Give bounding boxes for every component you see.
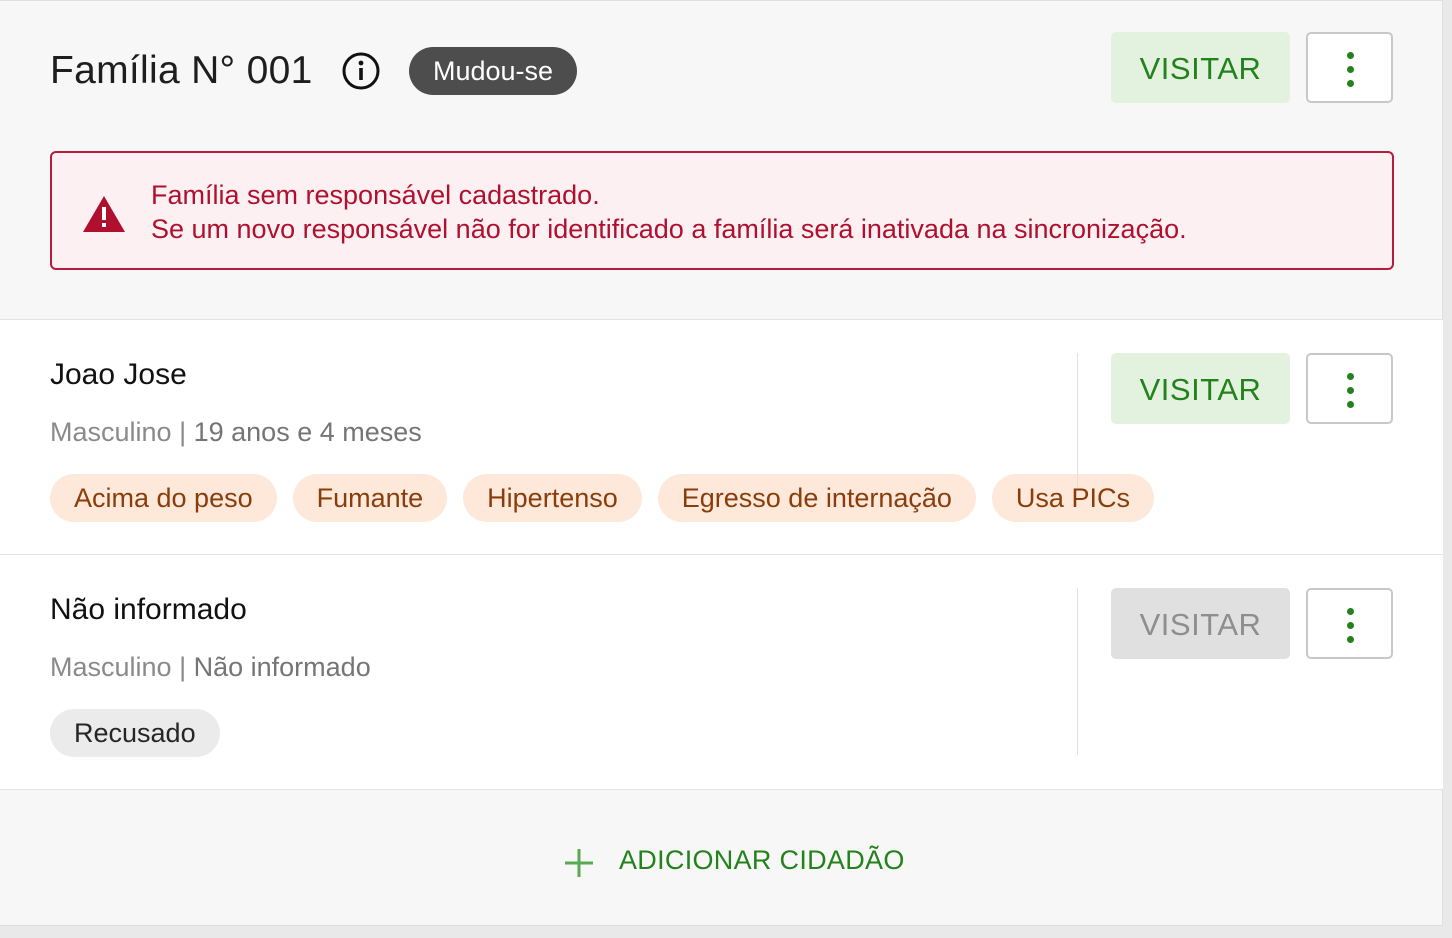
card-footer: ADICIONAR CIDADÃO — [0, 789, 1443, 926]
member-row-nao-informado[interactable]: Não informado Masculino | Não informado … — [0, 554, 1443, 789]
member-condition-tags: Acima do peso Fumante Hipertenso Egresso… — [50, 474, 1154, 522]
condition-tag: Usa PICs — [991, 474, 1154, 522]
member-more-button[interactable] — [1306, 588, 1393, 659]
add-citizen-label: ADICIONAR CIDADÃO — [619, 844, 905, 875]
member-gender: Masculino — [50, 417, 172, 447]
member-age: 19 anos e 4 meses — [193, 417, 422, 447]
family-card: Família N° 001 Mudou-se VISITAR Família … — [0, 0, 1443, 926]
info-icon[interactable] — [341, 51, 381, 91]
member-name: Joao Jose — [50, 358, 187, 391]
plus-icon — [565, 849, 593, 877]
refused-tag: Recusado — [50, 709, 220, 757]
family-visit-button[interactable]: VISITAR — [1111, 32, 1290, 103]
alert-message-title: Família sem responsável cadastrado. — [151, 180, 600, 210]
condition-tag: Acima do peso — [50, 474, 277, 522]
member-visit-button-disabled: VISITAR — [1111, 588, 1290, 659]
member-row-joao-jose[interactable]: Joao Jose Masculino | 19 anos e 4 meses … — [0, 319, 1443, 554]
family-more-button[interactable] — [1306, 32, 1393, 103]
condition-tag: Fumante — [292, 474, 448, 522]
vertical-divider — [1077, 353, 1078, 488]
member-details: Masculino | Não informado — [50, 652, 371, 683]
member-age: Não informado — [193, 652, 371, 682]
warning-triangle-icon — [83, 196, 125, 232]
member-condition-tags: Recusado — [50, 709, 220, 757]
status-badge: Mudou-se — [409, 47, 578, 95]
alert-message-detail: Se um novo responsável não for identific… — [151, 214, 1187, 244]
add-citizen-button[interactable]: ADICIONAR CIDADÃO — [563, 840, 905, 880]
meta-separator: | — [179, 652, 187, 682]
condition-tag: Hipertenso — [463, 474, 642, 522]
family-header: Família N° 001 Mudou-se VISITAR Família … — [0, 1, 1442, 319]
condition-tag: Egresso de internação — [657, 474, 976, 522]
member-more-button[interactable] — [1306, 353, 1393, 424]
family-title: Família N° 001 — [50, 49, 313, 92]
member-visit-button[interactable]: VISITAR — [1111, 353, 1290, 424]
meta-separator: | — [179, 417, 187, 447]
member-gender: Masculino — [50, 652, 172, 682]
vertical-divider — [1077, 588, 1078, 755]
member-name: Não informado — [50, 593, 247, 626]
member-details: Masculino | 19 anos e 4 meses — [50, 417, 422, 448]
no-responsible-alert: Família sem responsável cadastrado. Se u… — [50, 151, 1394, 270]
